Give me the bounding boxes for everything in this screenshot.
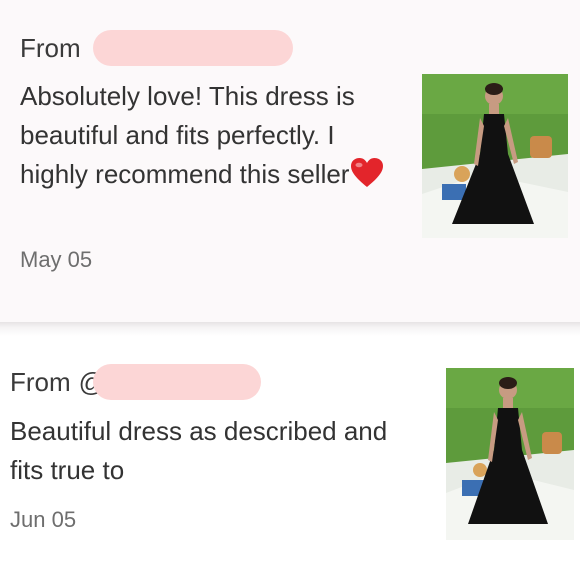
- review-1-photo[interactable]: [422, 74, 568, 238]
- heart-icon: [350, 157, 384, 200]
- review-2-text: Beautiful dress as described and fits tr…: [10, 412, 400, 490]
- review-1-date: May 05: [20, 247, 93, 272]
- review-1-from-label: From: [20, 32, 81, 63]
- review-2-from-row: From @: [10, 364, 262, 400]
- redacted-username: [92, 30, 293, 66]
- redacted-username: [93, 364, 262, 400]
- review-2-from-label: From: [10, 366, 71, 397]
- review-2-photo[interactable]: [446, 368, 574, 540]
- review-2-date: Jun 05: [10, 507, 77, 532]
- review-1-from-row: From: [20, 30, 293, 66]
- review-divider: [0, 322, 580, 336]
- dress-photo-icon: [422, 74, 568, 238]
- review-2-body: Beautiful dress as described and fits tr…: [10, 416, 388, 485]
- dress-photo-icon: [446, 368, 574, 540]
- review-1-body: Absolutely love! This dress is beautiful…: [20, 81, 355, 189]
- review-1-text: Absolutely love! This dress is beautiful…: [20, 77, 390, 200]
